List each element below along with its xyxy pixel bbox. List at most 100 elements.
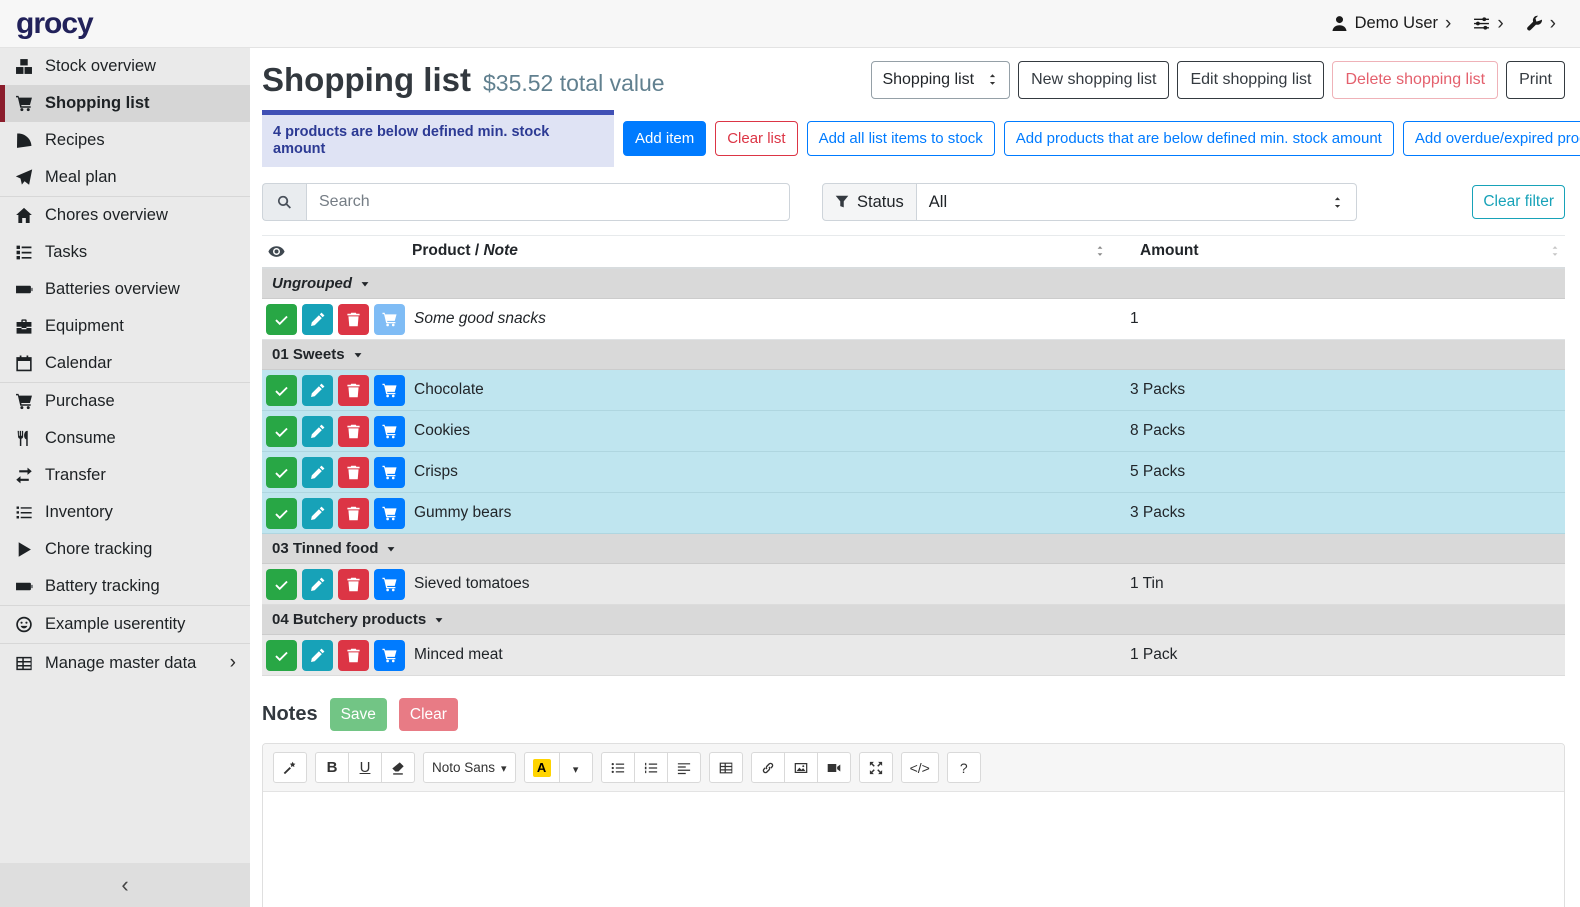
add-below-min-button[interactable]: Add products that are below defined min.… (1004, 121, 1394, 156)
status-filter-button[interactable]: Status (822, 183, 917, 221)
edit-item-button[interactable] (302, 375, 333, 406)
clear-formatting-button[interactable] (381, 752, 415, 783)
edit-item-button[interactable] (302, 569, 333, 600)
notes-textarea[interactable] (263, 792, 1564, 907)
add-to-stock-button[interactable] (374, 457, 405, 488)
sidebar-item-consume[interactable]: Consume (0, 420, 250, 457)
underline-button[interactable]: U (348, 752, 382, 783)
insert-video-button[interactable] (817, 752, 851, 783)
sidebar-item-chore-tracking[interactable]: Chore tracking (0, 531, 250, 568)
group-header-butchery-products[interactable]: 04 Butchery products (262, 605, 1565, 635)
unordered-list-button[interactable] (601, 752, 635, 783)
mark-done-button[interactable] (266, 640, 297, 671)
clear-filter-button[interactable]: Clear filter (1472, 185, 1565, 219)
delete-item-button[interactable] (338, 304, 369, 335)
sidebar-item-batteries-overview[interactable]: Batteries overview (0, 271, 250, 308)
code-view-button[interactable]: </> (901, 752, 939, 783)
add-to-stock-button[interactable] (374, 304, 405, 335)
sidebar-item-transfer[interactable]: Transfer (0, 457, 250, 494)
grocy-logo[interactable]: grocy (16, 9, 93, 39)
add-to-stock-button[interactable] (374, 569, 405, 600)
fullscreen-button[interactable] (859, 752, 893, 783)
mark-done-button[interactable] (266, 498, 297, 529)
text-color-dropdown[interactable] (559, 752, 593, 783)
group-header-ungrouped[interactable]: Ungrouped (262, 269, 1565, 299)
add-overdue-button[interactable]: Add overdue/expired products (1403, 121, 1580, 156)
sidebar-item-tasks[interactable]: Tasks (0, 234, 250, 271)
edit-shopping-list-button[interactable]: Edit shopping list (1177, 61, 1324, 99)
search-input[interactable] (306, 183, 790, 221)
add-to-stock-button[interactable] (374, 375, 405, 406)
sidebar-item-chores-overview[interactable]: Chores overview (0, 196, 250, 234)
sidebar-item-equipment[interactable]: Equipment (0, 308, 250, 345)
clear-notes-button[interactable]: Clear (399, 698, 458, 731)
mark-done-button[interactable] (266, 416, 297, 447)
sidebar-item-shopping-list[interactable]: Shopping list (0, 85, 250, 122)
edit-item-button[interactable] (302, 640, 333, 671)
edit-item-button[interactable] (302, 304, 333, 335)
user-menu[interactable]: Demo User (1331, 14, 1452, 34)
edit-item-button[interactable] (302, 457, 333, 488)
delete-item-button[interactable] (338, 569, 369, 600)
save-notes-button[interactable]: Save (330, 698, 387, 731)
paragraph-button[interactable] (667, 752, 701, 783)
amount: 8 Packs (1120, 422, 1565, 440)
delete-item-button[interactable] (338, 640, 369, 671)
mark-done-button[interactable] (266, 375, 297, 406)
sidebar-item-example-userentity[interactable]: Example userentity (0, 605, 250, 643)
add-all-to-stock-button[interactable]: Add all list items to stock (807, 121, 995, 156)
sidebar-item-battery-tracking[interactable]: Battery tracking (0, 568, 250, 605)
mark-done-button[interactable] (266, 569, 297, 600)
settings-menu[interactable] (1473, 14, 1503, 34)
sidebar-item-stock-overview[interactable]: Stock overview (0, 48, 250, 85)
sidebar-item-inventory[interactable]: Inventory (0, 494, 250, 531)
magic-style-button[interactable] (273, 752, 307, 783)
insert-link-button[interactable] (751, 752, 785, 783)
mark-done-button[interactable] (266, 304, 297, 335)
admin-tools-menu[interactable] (1526, 14, 1556, 34)
delete-item-button[interactable] (338, 457, 369, 488)
sidebar-item-label: Calendar (45, 354, 112, 373)
visibility-column-header[interactable] (262, 243, 412, 260)
product-column-header[interactable]: Product / Note (412, 242, 1120, 260)
search-group (262, 183, 790, 221)
shopping-list-select[interactable]: Shopping list (871, 61, 1010, 99)
sidebar-item-recipes[interactable]: Recipes (0, 122, 250, 159)
add-to-stock-button[interactable] (374, 498, 405, 529)
help-button[interactable]: ? (947, 752, 981, 783)
sidebar-item-purchase[interactable]: Purchase (0, 382, 250, 420)
edit-item-button[interactable] (302, 416, 333, 447)
add-to-stock-button[interactable] (374, 640, 405, 671)
insert-picture-button[interactable] (784, 752, 818, 783)
delete-item-button[interactable] (338, 375, 369, 406)
caret-down-icon (573, 760, 579, 776)
add-item-button[interactable]: Add item (623, 121, 706, 156)
sidebar-item-calendar[interactable]: Calendar (0, 345, 250, 382)
new-shopping-list-button[interactable]: New shopping list (1018, 61, 1169, 99)
sidebar-item-meal-plan[interactable]: Meal plan (0, 159, 250, 196)
edit-item-button[interactable] (302, 498, 333, 529)
group-header-tinned-food[interactable]: 03 Tinned food (262, 534, 1565, 564)
clear-list-button[interactable]: Clear list (715, 121, 797, 156)
delete-item-button[interactable] (338, 416, 369, 447)
font-family-dropdown[interactable]: Noto Sans (423, 752, 516, 783)
bold-button[interactable]: B (315, 752, 349, 783)
status-select[interactable]: All (917, 183, 1357, 221)
insert-table-button[interactable] (709, 752, 743, 783)
delete-shopping-list-button[interactable]: Delete shopping list (1332, 61, 1498, 99)
text-color-button[interactable]: A (524, 752, 560, 783)
ordered-list-button[interactable] (634, 752, 668, 783)
sort-icon[interactable] (1549, 245, 1561, 257)
add-to-stock-button[interactable] (374, 416, 405, 447)
group-header-sweets[interactable]: 01 Sweets (262, 340, 1565, 370)
sidebar-collapse-button[interactable] (0, 863, 250, 907)
sidebar-item-manage-master-data[interactable]: Manage master data (0, 643, 250, 682)
shopping-list-row: Some good snacks 1 (262, 299, 1565, 340)
sort-icon[interactable] (1094, 245, 1106, 257)
amount-column-header[interactable]: Amount (1120, 242, 1565, 260)
main-content: Shopping list $35.52 total value Shoppin… (250, 48, 1580, 907)
delete-item-button[interactable] (338, 498, 369, 529)
print-button[interactable]: Print (1506, 61, 1565, 99)
mark-done-button[interactable] (266, 457, 297, 488)
updown-arrows-icon (986, 73, 999, 86)
